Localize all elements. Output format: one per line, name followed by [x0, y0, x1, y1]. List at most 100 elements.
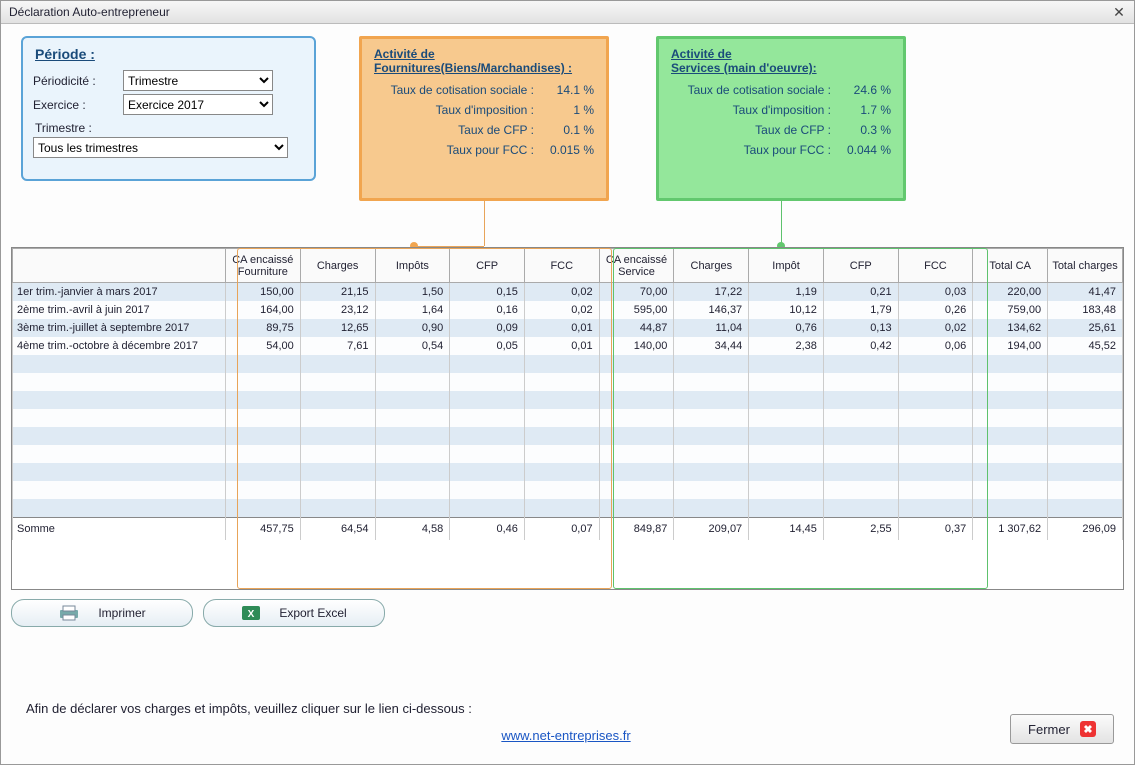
fournitures-rate-row: Taux de cotisation sociale :14.1 %	[374, 83, 594, 97]
column-header[interactable]: Total charges	[1048, 249, 1123, 283]
value-cell: 0,42	[823, 337, 898, 355]
empty-row	[13, 373, 1123, 391]
value-cell: 54,00	[225, 337, 300, 355]
titlebar: Déclaration Auto-entrepreneur ✕	[1, 1, 1134, 24]
value-cell: 0,54	[375, 337, 450, 355]
dialog-window: Déclaration Auto-entrepreneur ✕ Période …	[0, 0, 1135, 765]
column-header[interactable]: Impôt	[749, 249, 824, 283]
value-cell: 0,90	[375, 319, 450, 337]
empty-row	[13, 355, 1123, 373]
column-header[interactable]: CA encaissé Fourniture	[225, 249, 300, 283]
periodicity-select[interactable]: Trimestre	[123, 70, 273, 91]
value-cell: 0,02	[524, 301, 599, 319]
trimester-label: Trimestre :	[35, 121, 304, 135]
close-button[interactable]: Fermer ✖	[1010, 714, 1114, 744]
value-cell: 1,79	[823, 301, 898, 319]
empty-row	[13, 427, 1123, 445]
rate-label: Taux pour FCC :	[374, 143, 542, 157]
value-cell: 0,15	[450, 283, 525, 302]
period-cell: 2ème trim.-avril à juin 2017	[13, 301, 226, 319]
services-rate-row: Taux de cotisation sociale :24.6 %	[671, 83, 891, 97]
trimester-select[interactable]: Tous les trimestres	[33, 137, 288, 158]
table-row[interactable]: 2ème trim.-avril à juin 2017164,0023,121…	[13, 301, 1123, 319]
sum-cell: 0,46	[450, 518, 525, 540]
printer-icon	[58, 605, 80, 621]
column-header[interactable]: Total CA	[973, 249, 1048, 283]
column-header[interactable]: Charges	[300, 249, 375, 283]
sum-cell: 64,54	[300, 518, 375, 540]
rate-value: 14.1 %	[542, 83, 594, 97]
export-excel-button[interactable]: X Export Excel	[203, 599, 385, 627]
value-cell: 0,26	[898, 301, 973, 319]
value-cell: 0,03	[898, 283, 973, 302]
value-cell: 0,02	[524, 283, 599, 302]
services-rate-row: Taux pour FCC :0.044 %	[671, 143, 891, 157]
sum-cell: 2,55	[823, 518, 898, 540]
print-button[interactable]: Imprimer	[11, 599, 193, 627]
value-cell: 7,61	[300, 337, 375, 355]
excel-icon: X	[241, 605, 261, 621]
sum-cell: 4,58	[375, 518, 450, 540]
value-cell: 45,52	[1048, 337, 1123, 355]
value-cell: 1,19	[749, 283, 824, 302]
value-cell: 164,00	[225, 301, 300, 319]
value-cell: 34,44	[674, 337, 749, 355]
value-cell: 146,37	[674, 301, 749, 319]
connector-fournitures	[484, 201, 485, 246]
rate-label: Taux pour FCC :	[671, 143, 839, 157]
table-row[interactable]: 1er trim.-janvier à mars 2017150,0021,15…	[13, 283, 1123, 302]
value-cell: 0,16	[450, 301, 525, 319]
value-cell: 759,00	[973, 301, 1048, 319]
rate-label: Taux de cotisation sociale :	[374, 83, 542, 97]
rate-value: 24.6 %	[839, 83, 891, 97]
value-cell: 12,65	[300, 319, 375, 337]
services-title: Activité de Services (main d'oeuvre):	[671, 47, 891, 75]
empty-row	[13, 445, 1123, 463]
column-header[interactable]: Impôts	[375, 249, 450, 283]
declaration-note: Afin de déclarer vos charges et impôts, …	[26, 701, 472, 716]
period-cell: 1er trim.-janvier à mars 2017	[13, 283, 226, 302]
services-panel: Activité de Services (main d'oeuvre): Ta…	[656, 36, 906, 201]
column-header[interactable]: CA encaissé Service	[599, 249, 674, 283]
rate-value: 0.1 %	[542, 123, 594, 137]
sum-cell: 849,87	[599, 518, 674, 540]
value-cell: 17,22	[674, 283, 749, 302]
exercise-select[interactable]: Exercice 2017	[123, 94, 273, 115]
rate-value: 0.3 %	[839, 123, 891, 137]
value-cell: 0,21	[823, 283, 898, 302]
column-header[interactable]: CFP	[823, 249, 898, 283]
sum-cell: 0,37	[898, 518, 973, 540]
rate-label: Taux d'imposition :	[374, 103, 542, 117]
value-cell: 220,00	[973, 283, 1048, 302]
rate-value: 0.044 %	[839, 143, 891, 157]
exercise-label: Exercice :	[33, 98, 121, 112]
value-cell: 0,01	[524, 337, 599, 355]
sum-cell: 209,07	[674, 518, 749, 540]
rate-label: Taux de CFP :	[671, 123, 839, 137]
column-header[interactable]: CFP	[450, 249, 525, 283]
value-cell: 140,00	[599, 337, 674, 355]
column-header[interactable]: FCC	[524, 249, 599, 283]
column-header[interactable]	[13, 249, 226, 283]
value-cell: 70,00	[599, 283, 674, 302]
value-cell: 0,06	[898, 337, 973, 355]
table-row[interactable]: 3ème trim.-juillet à septembre 201789,75…	[13, 319, 1123, 337]
value-cell: 0,02	[898, 319, 973, 337]
value-cell: 0,01	[524, 319, 599, 337]
sum-cell: 0,07	[524, 518, 599, 540]
value-cell: 134,62	[973, 319, 1048, 337]
services-rate-row: Taux de CFP :0.3 %	[671, 123, 891, 137]
column-header[interactable]: FCC	[898, 249, 973, 283]
window-close-icon[interactable]: ✕	[1104, 1, 1134, 23]
sum-label: Somme	[13, 518, 226, 540]
net-entreprises-link[interactable]: www.net-entreprises.fr	[501, 728, 630, 743]
rate-value: 1.7 %	[839, 103, 891, 117]
column-header[interactable]: Charges	[674, 249, 749, 283]
value-cell: 0,05	[450, 337, 525, 355]
value-cell: 1,64	[375, 301, 450, 319]
sum-cell: 457,75	[225, 518, 300, 540]
declaration-table[interactable]: CA encaissé FournitureChargesImpôtsCFPFC…	[11, 247, 1124, 590]
fournitures-title: Activité de Fournitures(Biens/Marchandis…	[374, 47, 594, 75]
window-title: Déclaration Auto-entrepreneur	[9, 1, 170, 23]
table-row[interactable]: 4ème trim.-octobre à décembre 201754,007…	[13, 337, 1123, 355]
